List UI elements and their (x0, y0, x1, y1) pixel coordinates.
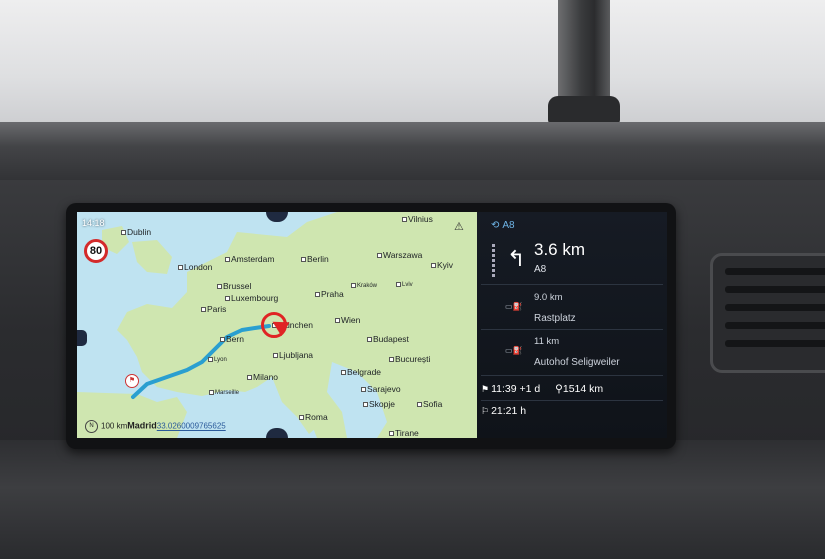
traffic-icon[interactable]: ⚠ (454, 220, 464, 233)
city-label: Vilnius (402, 214, 433, 224)
poi-name[interactable]: Rastplatz (534, 313, 576, 324)
city-label: Dublin (121, 227, 151, 237)
next-road: A8 (534, 264, 547, 275)
city-label: Sarajevo (361, 384, 401, 394)
location-pin-icon: ⚲ (555, 383, 563, 395)
city-label: Wien (335, 315, 360, 325)
arrival-time: 11:39 +1 d (491, 383, 541, 395)
map-view[interactable]: 14:18 80 ⚠ Dublin Vilnius London Amsterd… (77, 212, 477, 438)
remaining-distance: 1514 km (562, 383, 604, 395)
dashboard-lower (0, 440, 825, 559)
poi-distance: 11 km (534, 336, 560, 347)
scale-place: Madrid (127, 420, 157, 431)
coordinate-readout[interactable]: 33.0260009765625 (157, 422, 226, 431)
city-label: Milano (247, 372, 278, 382)
flag-icon: ⚑ (125, 374, 139, 388)
travel-time: 21:21 h (491, 405, 527, 417)
scale-distance: 100 km (101, 421, 128, 431)
city-label: Bern (220, 334, 244, 344)
eta-row: ⚑ 11:39 +1 d ⚲1514 km (481, 383, 603, 395)
city-label: Tirane (389, 428, 419, 438)
city-label: Skopje (363, 399, 395, 409)
city-label: Sofia (417, 399, 442, 409)
city-label: Praha (315, 289, 344, 299)
city-label: Budapest (367, 334, 409, 344)
divider (481, 329, 663, 330)
city-label: Amsterdam (225, 254, 274, 264)
city-label: Lyon (208, 357, 227, 363)
navigation-screen: 14:18 80 ⚠ Dublin Vilnius London Amsterd… (77, 212, 667, 438)
route-icon: ⟲ (491, 220, 500, 231)
current-road-label: A8 (502, 220, 515, 231)
city-label: Luxembourg (225, 293, 278, 303)
map-side-button[interactable] (77, 330, 87, 346)
rest-area-icon: ▭⛽ (505, 302, 523, 311)
air-vent (710, 253, 825, 373)
divider (481, 284, 663, 285)
travel-time-row: ⚐ 21:21 h (481, 405, 526, 417)
compass-icon[interactable]: N (85, 420, 98, 433)
rest-area-icon: ▭⛽ (505, 346, 523, 355)
city-label: Berlin (301, 254, 329, 264)
city-label: Lviv (396, 282, 413, 288)
city-label: London (178, 262, 212, 272)
vent-slat (725, 322, 825, 329)
city-label: Kraków (351, 283, 377, 289)
speed-limit-icon: 80 (84, 239, 108, 263)
vent-slat (725, 304, 825, 311)
poi-name[interactable]: Autohof Seligweiler (534, 357, 620, 368)
divider (481, 400, 663, 401)
poi-distance: 9.0 km (534, 292, 563, 303)
flag-icon: ⚐ (481, 406, 490, 416)
divider (481, 375, 663, 376)
clock: 14:18 (82, 218, 105, 228)
mirror-mount-base (548, 96, 620, 124)
city-label: Roma (299, 412, 328, 422)
next-maneuver-distance: 3.6 km (534, 240, 586, 259)
city-label: Ljubljana (273, 350, 313, 360)
city-label: Brussel (217, 281, 251, 291)
city-label: Belgrade (341, 367, 381, 377)
vent-slat (725, 340, 825, 347)
flag-icon: ⚑ (481, 384, 490, 394)
background-wall (0, 0, 825, 140)
city-label: București (389, 354, 430, 364)
vent-slat (725, 286, 825, 293)
map-scale: N 100 kmMadrid33.0260009765625 (85, 420, 226, 433)
turn-left-icon: ↰ (507, 246, 526, 271)
lane-indicator (492, 244, 495, 278)
guidance-panel: ⟲ A8 ↰ 3.6 km A8 ▭⛽ 9.0 km Rastplatz ▭⛽ 1… (477, 212, 667, 438)
city-label: Paris (201, 304, 226, 314)
city-label: Warszawa (377, 250, 422, 260)
vent-slat (725, 268, 825, 275)
city-label: Kyiv (431, 260, 453, 270)
current-road: ⟲ A8 (491, 220, 515, 231)
city-label: Marseille (209, 390, 239, 396)
